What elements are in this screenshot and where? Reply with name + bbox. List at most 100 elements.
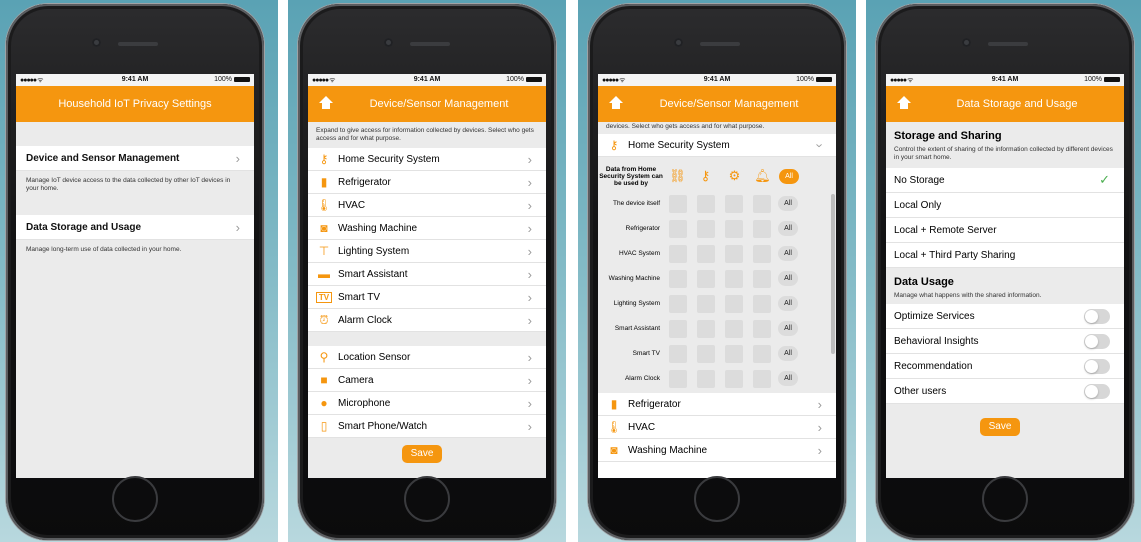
list-item[interactable]: 🌡︎ HVAC › bbox=[598, 416, 836, 439]
permission-checkbox[interactable] bbox=[725, 269, 743, 288]
toggle-switch[interactable] bbox=[1084, 358, 1110, 374]
permission-checkbox[interactable] bbox=[697, 219, 715, 238]
status-bar: ●●●●● ᯤ 9:41 AM 100% bbox=[598, 74, 836, 86]
list-item[interactable]: ⊤ Lighting System › bbox=[308, 240, 546, 263]
permission-checkbox[interactable] bbox=[697, 294, 715, 313]
storage-option[interactable]: No Storage ✓ bbox=[886, 168, 1124, 193]
permission-checkbox[interactable] bbox=[669, 219, 687, 238]
toggle-switch[interactable] bbox=[1084, 308, 1110, 324]
list-item[interactable]: ▮ Refrigerator › bbox=[308, 171, 546, 194]
permission-checkbox[interactable] bbox=[753, 319, 771, 338]
home-button[interactable] bbox=[404, 476, 450, 522]
list-item[interactable]: ⏰︎ Alarm Clock › bbox=[308, 309, 546, 332]
list-item[interactable]: ⚲ Location Sensor › bbox=[308, 346, 546, 369]
permission-checkbox[interactable] bbox=[753, 344, 771, 363]
storage-option[interactable]: Local + Third Party Sharing bbox=[886, 243, 1124, 268]
toggle-switch[interactable] bbox=[1084, 333, 1110, 349]
home-button[interactable] bbox=[982, 476, 1028, 522]
permission-checkbox[interactable] bbox=[669, 269, 687, 288]
permission-checkbox[interactable] bbox=[753, 369, 771, 388]
thermometer-icon: 🌡︎ bbox=[316, 198, 332, 212]
row-all-button[interactable]: All bbox=[778, 346, 798, 361]
permission-checkbox[interactable] bbox=[753, 294, 771, 313]
save-button[interactable]: Save bbox=[980, 418, 1020, 436]
permission-checkbox[interactable] bbox=[669, 369, 687, 388]
matrix-row: Alarm Clock All bbox=[598, 366, 836, 391]
list-item[interactable]: ▬ Smart Assistant › bbox=[308, 263, 546, 286]
list-item[interactable]: ◙ Washing Machine › bbox=[308, 217, 546, 240]
row-all-button[interactable]: All bbox=[778, 221, 798, 236]
toggle-switch[interactable] bbox=[1084, 383, 1110, 399]
list-item[interactable]: ● Microphone › bbox=[308, 392, 546, 415]
list-item[interactable]: TV Smart TV › bbox=[308, 286, 546, 309]
permission-checkbox[interactable] bbox=[725, 244, 743, 263]
permission-checkbox[interactable] bbox=[725, 369, 743, 388]
list-item-label: Smart TV bbox=[338, 291, 381, 303]
front-camera bbox=[674, 38, 683, 47]
permission-checkbox[interactable] bbox=[697, 319, 715, 338]
storage-option[interactable]: Local + Remote Server bbox=[886, 218, 1124, 243]
save-button[interactable]: Save bbox=[402, 445, 442, 463]
permission-checkbox[interactable] bbox=[697, 269, 715, 288]
row-all-button[interactable]: All bbox=[778, 246, 798, 261]
home-button[interactable] bbox=[694, 476, 740, 522]
expanded-device-row[interactable]: ⚷ Home Security System › bbox=[598, 134, 836, 157]
permission-checkbox[interactable] bbox=[725, 319, 743, 338]
matrix-row-label: Alarm Clock bbox=[624, 375, 660, 382]
permission-checkbox[interactable] bbox=[697, 194, 715, 213]
scrollbar[interactable] bbox=[831, 194, 835, 354]
row-all-button[interactable]: All bbox=[778, 321, 798, 336]
permission-checkbox[interactable] bbox=[753, 269, 771, 288]
usage-option-label: Optimize Services bbox=[894, 310, 975, 322]
row-all-button[interactable]: All bbox=[778, 196, 798, 211]
permission-checkbox[interactable] bbox=[697, 369, 715, 388]
list-item[interactable]: ▯ Smart Phone/Watch › bbox=[308, 415, 546, 438]
row-all-button[interactable]: All bbox=[778, 371, 798, 386]
permission-checkbox[interactable] bbox=[753, 244, 771, 263]
permission-checkbox[interactable] bbox=[725, 344, 743, 363]
permission-checkbox[interactable] bbox=[697, 344, 715, 363]
row-all-button[interactable]: All bbox=[778, 296, 798, 311]
permission-checkbox[interactable] bbox=[669, 194, 687, 213]
usage-option: Optimize Services bbox=[886, 304, 1124, 329]
phone-3: ●●●●● ᯤ 9:41 AM 100% Device/Sensor Manag… bbox=[588, 4, 846, 540]
permission-checkbox[interactable] bbox=[669, 244, 687, 263]
list-item-label: Refrigerator bbox=[628, 398, 681, 410]
fridge-icon: ▮ bbox=[610, 397, 618, 411]
permission-checkbox[interactable] bbox=[669, 294, 687, 313]
permission-checkbox[interactable] bbox=[725, 294, 743, 313]
permission-checkbox[interactable] bbox=[669, 344, 687, 363]
battery-percent: 100% bbox=[796, 76, 814, 83]
checkmark-icon: ✓ bbox=[1099, 172, 1110, 187]
permission-checkbox[interactable] bbox=[669, 319, 687, 338]
list-item-label: Microphone bbox=[338, 397, 391, 409]
nav-bar: Device/Sensor Management bbox=[598, 86, 836, 122]
menu-item-data-storage[interactable]: Data Storage and Usage › bbox=[16, 215, 254, 240]
usage-option-label: Other users bbox=[894, 385, 947, 397]
device-management-screen: ●●●●● ᯤ 9:41 AM 100% Device/Sensor Manag… bbox=[308, 74, 546, 478]
permission-checkbox[interactable] bbox=[753, 219, 771, 238]
permission-checkbox[interactable] bbox=[753, 194, 771, 213]
chevron-right-icon: › bbox=[527, 243, 532, 259]
permission-checkbox[interactable] bbox=[697, 244, 715, 263]
battery-indicator: 100% bbox=[796, 76, 832, 83]
chevron-right-icon: › bbox=[527, 372, 532, 388]
list-item[interactable]: ■ Camera › bbox=[308, 369, 546, 392]
phone-2: ●●●●● ᯤ 9:41 AM 100% Device/Sensor Manag… bbox=[298, 4, 556, 540]
list-item[interactable]: ▮ Refrigerator › bbox=[598, 393, 836, 416]
list-item[interactable]: ◙ Washing Machine › bbox=[598, 439, 836, 462]
list-item[interactable]: 🌡︎ HVAC › bbox=[308, 194, 546, 217]
home-icon[interactable] bbox=[319, 96, 333, 110]
home-icon[interactable] bbox=[609, 96, 623, 110]
permission-checkbox[interactable] bbox=[725, 194, 743, 213]
select-all-button[interactable]: All bbox=[779, 168, 799, 184]
permission-checkbox[interactable] bbox=[725, 219, 743, 238]
home-icon[interactable] bbox=[897, 96, 911, 110]
home-button[interactable] bbox=[112, 476, 158, 522]
list-item[interactable]: ⚷ Home Security System › bbox=[308, 148, 546, 171]
storage-option[interactable]: Local Only bbox=[886, 193, 1124, 218]
chevron-right-icon: › bbox=[235, 150, 240, 166]
menu-item-device-management[interactable]: Device and Sensor Management › bbox=[16, 146, 254, 171]
key-icon: ⚷ bbox=[319, 152, 329, 166]
row-all-button[interactable]: All bbox=[778, 271, 798, 286]
